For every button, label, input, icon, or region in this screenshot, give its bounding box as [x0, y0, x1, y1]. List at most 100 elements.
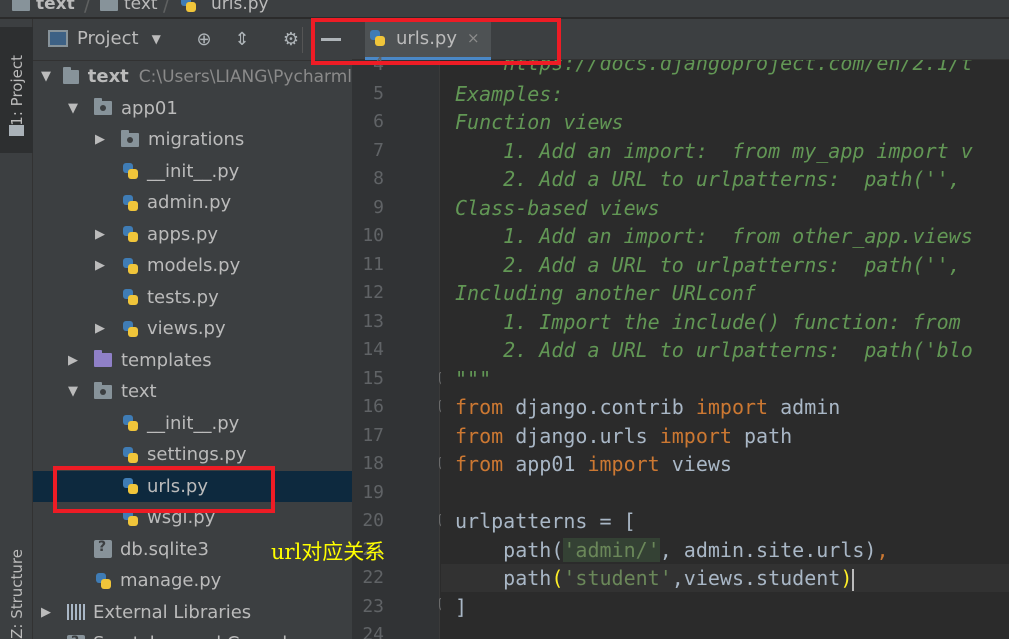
- tree-item[interactable]: manage.py: [33, 565, 352, 596]
- chevron-down-icon: ▼: [151, 31, 161, 46]
- line-number: 24: [362, 624, 384, 639]
- line-number: 23: [362, 595, 384, 617]
- breadcrumb-item[interactable]: text: [12, 0, 75, 14]
- tree-item[interactable]: tests.py: [33, 282, 352, 313]
- line-number: 13: [362, 310, 384, 332]
- code-line: path('admin/', admin.site.urls),: [455, 538, 889, 562]
- tree-item-label: manage.py: [120, 570, 222, 591]
- tree-item[interactable]: ▼ text C:\Users\LIANG\Pycharml: [33, 61, 352, 92]
- code-line: path('student',views.student): [455, 566, 855, 591]
- python-file-icon: [121, 257, 139, 275]
- tree-item[interactable]: ▶ External Libraries: [33, 597, 352, 628]
- breadcrumb-item[interactable]: text: [100, 0, 158, 14]
- line-number: 18: [362, 453, 384, 474]
- code-line: 2. Add a URL to urlpatterns: path('blo: [455, 338, 973, 362]
- python-file-icon: [94, 572, 112, 590]
- project-window-icon: [48, 30, 68, 47]
- tree-item[interactable]: __init__.py: [33, 156, 352, 187]
- tree-item-label: External Libraries: [93, 601, 252, 623]
- library-icon: [67, 604, 85, 620]
- tree-item-label: __init__.py: [147, 160, 240, 182]
- tree-item-label: __init__.py: [147, 412, 240, 434]
- code-line: Examples:: [455, 82, 564, 106]
- tree-item[interactable]: ▶ views.py: [33, 313, 352, 344]
- tree-item[interactable]: ▼ text: [33, 376, 352, 407]
- toolbar-divider: [302, 27, 303, 53]
- package-icon: [94, 98, 112, 115]
- chevron-right-icon[interactable]: ▶: [95, 321, 109, 336]
- tree-item[interactable]: ▶ templates: [33, 345, 352, 376]
- annotation-label: url对应关系: [271, 540, 386, 564]
- code-editor[interactable]: https://docs.djangoproject.com/en/2.1/t …: [441, 60, 1009, 639]
- tree-item[interactable]: admin.py: [33, 187, 352, 218]
- python-file-icon: [179, 0, 197, 13]
- breadcrumb: text / text / urls.py: [0, 0, 1009, 18]
- code-line: 2. Add a URL to urlpatterns: path('',: [455, 167, 961, 191]
- line-number: 16: [362, 396, 384, 417]
- code-line: from django.contrib import admin: [455, 395, 841, 419]
- line-number: 19: [362, 481, 384, 503]
- scratches-icon: [67, 634, 85, 639]
- tree-item[interactable]: ▶ apps.py: [33, 219, 352, 250]
- line-number: 8: [373, 168, 384, 189]
- folder-icon: [63, 66, 79, 84]
- tree-item-label: text: [87, 66, 129, 87]
- chevron-down-icon[interactable]: ▼: [68, 101, 82, 116]
- line-number: 6: [373, 111, 384, 132]
- gear-icon[interactable]: ⚙: [279, 27, 303, 51]
- chevron-right-icon[interactable]: ▶: [95, 258, 109, 273]
- tree-item-label: admin.py: [147, 192, 232, 213]
- tree-item-label: db.sqlite3: [120, 538, 209, 560]
- chevron-right-icon[interactable]: ▶: [95, 132, 109, 147]
- tree-item[interactable]: __init__.py: [33, 408, 352, 439]
- code-line: Class-based views: [455, 196, 660, 220]
- code-line: 1. Import the include() function: from: [455, 310, 961, 334]
- chevron-right-icon[interactable]: ▶: [95, 227, 109, 242]
- line-number: 9: [373, 196, 384, 218]
- python-file-icon: [121, 162, 139, 180]
- line-number: 5: [373, 82, 384, 104]
- tree-item[interactable]: ▶ migrations: [33, 124, 352, 155]
- tree-item-label: settings.py: [147, 444, 247, 465]
- project-path-hint: C:\Users\LIANG\Pycharml: [138, 66, 352, 87]
- line-number: 12: [362, 282, 384, 303]
- line-number: 7: [373, 139, 384, 161]
- line-number: 10: [362, 225, 384, 246]
- code-line: urlpatterns = [: [455, 509, 636, 533]
- tree-item-label: models.py: [147, 255, 241, 276]
- line-number: 14: [362, 339, 384, 360]
- line-number: 17: [362, 424, 384, 446]
- code-line: from app01 import views: [455, 452, 732, 476]
- code-line: 2. Add a URL to urlpatterns: path('',: [455, 253, 961, 277]
- tree-item[interactable]: Scratches and Consoles: [33, 628, 352, 639]
- chevron-right-icon[interactable]: ▶: [41, 605, 55, 620]
- line-number: 20: [362, 510, 384, 531]
- code-line: """: [455, 367, 492, 391]
- tree-item-label: Scratches and Consoles: [93, 633, 308, 639]
- code-line: 1. Add an import: from other_app.views: [455, 224, 973, 248]
- collapse-all-icon[interactable]: ⇕: [230, 27, 254, 51]
- text-cursor: [852, 568, 855, 591]
- chevron-right-icon[interactable]: ▶: [68, 353, 82, 368]
- folder-icon: [100, 0, 118, 11]
- code-line: Function views: [455, 110, 624, 134]
- line-number: 11: [362, 253, 384, 275]
- python-file-icon: [121, 320, 139, 338]
- tree-item-label: templates: [121, 349, 212, 371]
- chevron-down-icon[interactable]: ▼: [41, 69, 53, 84]
- tree-item-label: app01: [121, 97, 178, 119]
- tree-item[interactable]: ▶ models.py: [33, 250, 352, 281]
- python-file-icon: [121, 194, 139, 212]
- breadcrumb-item[interactable]: urls.py: [179, 0, 269, 14]
- breadcrumb-separator: /: [84, 0, 91, 16]
- chevron-down-icon[interactable]: ▼: [68, 384, 82, 399]
- python-file-icon: [121, 446, 139, 464]
- database-file-icon: [94, 539, 112, 558]
- scroll-from-source-icon[interactable]: ⊕: [192, 27, 216, 51]
- line-number: 22: [362, 567, 384, 588]
- structure-tool-tab[interactable]: Z: Structure: [0, 544, 33, 639]
- code-line: Including another URLconf: [455, 281, 757, 305]
- project-view-selector[interactable]: Project ▼: [48, 28, 161, 49]
- tree-item[interactable]: ▼ app01: [33, 93, 352, 124]
- python-file-icon: [121, 414, 139, 432]
